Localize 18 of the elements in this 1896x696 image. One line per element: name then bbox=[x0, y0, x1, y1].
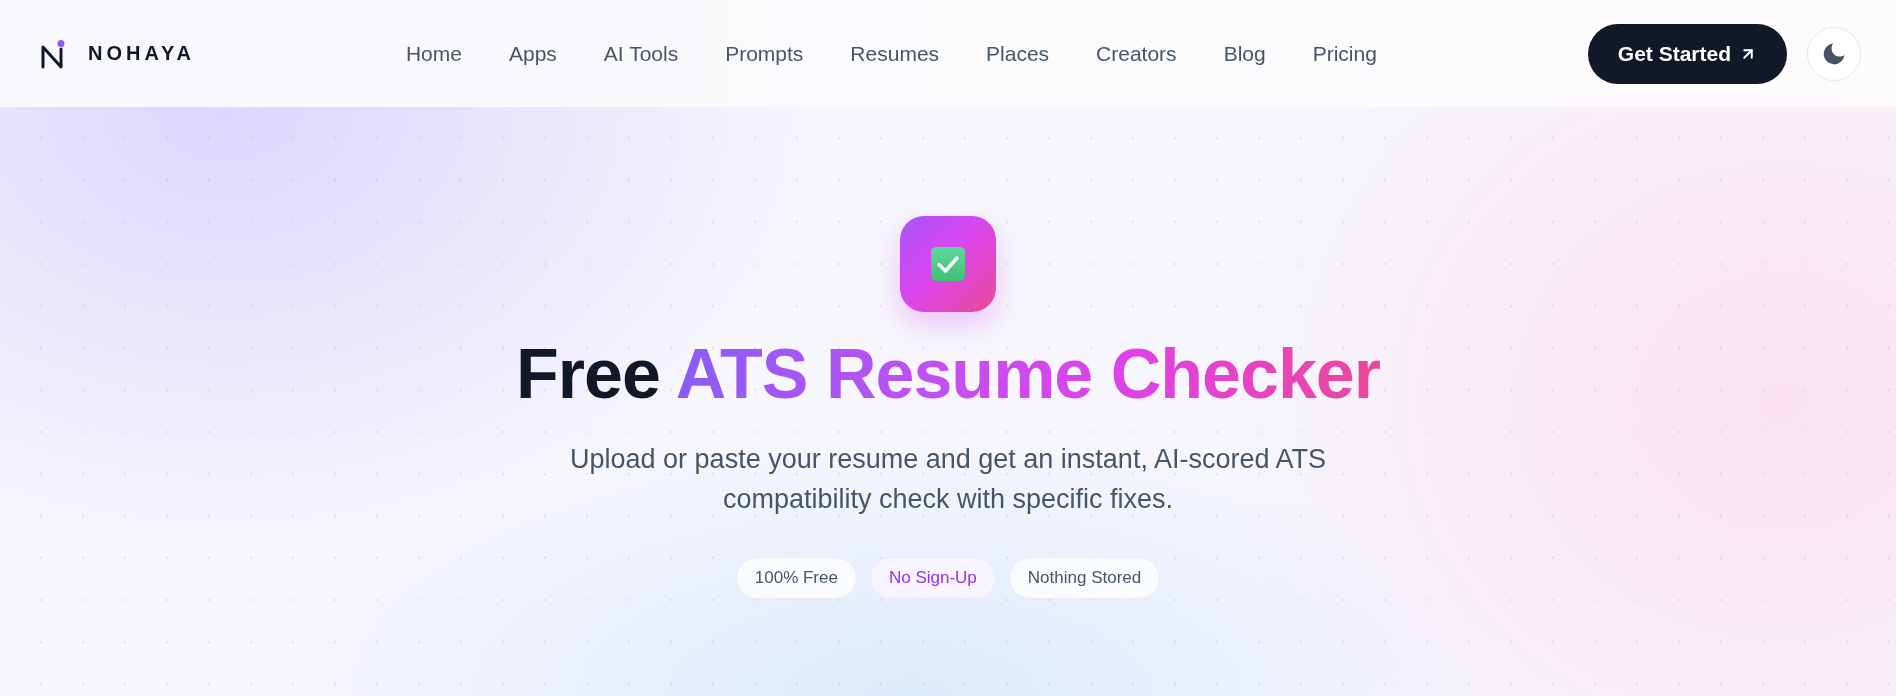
nav-link[interactable]: Prompts bbox=[725, 41, 804, 66]
moon-icon bbox=[1823, 42, 1845, 65]
nav-link[interactable]: Apps bbox=[508, 41, 557, 66]
nav-link[interactable]: Pricing bbox=[1312, 41, 1377, 66]
nav-link[interactable]: Resumes bbox=[850, 41, 940, 66]
get-started-button[interactable]: Get Started bbox=[1587, 23, 1787, 84]
nav-link[interactable]: Creators bbox=[1096, 41, 1177, 66]
theme-toggle-button[interactable] bbox=[1807, 26, 1861, 81]
brand-name: NOHAYA bbox=[88, 42, 195, 65]
checkbox-icon bbox=[900, 216, 996, 312]
page-subtitle: Upload or paste your resume and get an instant, AI-scored ATS compatibility check with specific fixes. bbox=[569, 443, 1327, 516]
nav-link[interactable]: Blog bbox=[1223, 41, 1266, 66]
feature-badge: No Sign-Up bbox=[869, 557, 996, 599]
feature-badge: Nothing Stored bbox=[1008, 557, 1161, 599]
nav-link[interactable]: Home bbox=[405, 41, 462, 66]
nav-link[interactable]: Places bbox=[986, 41, 1050, 66]
nav-link[interactable]: AI Tools bbox=[603, 41, 679, 66]
feature-badge: 100% Free bbox=[735, 557, 857, 599]
